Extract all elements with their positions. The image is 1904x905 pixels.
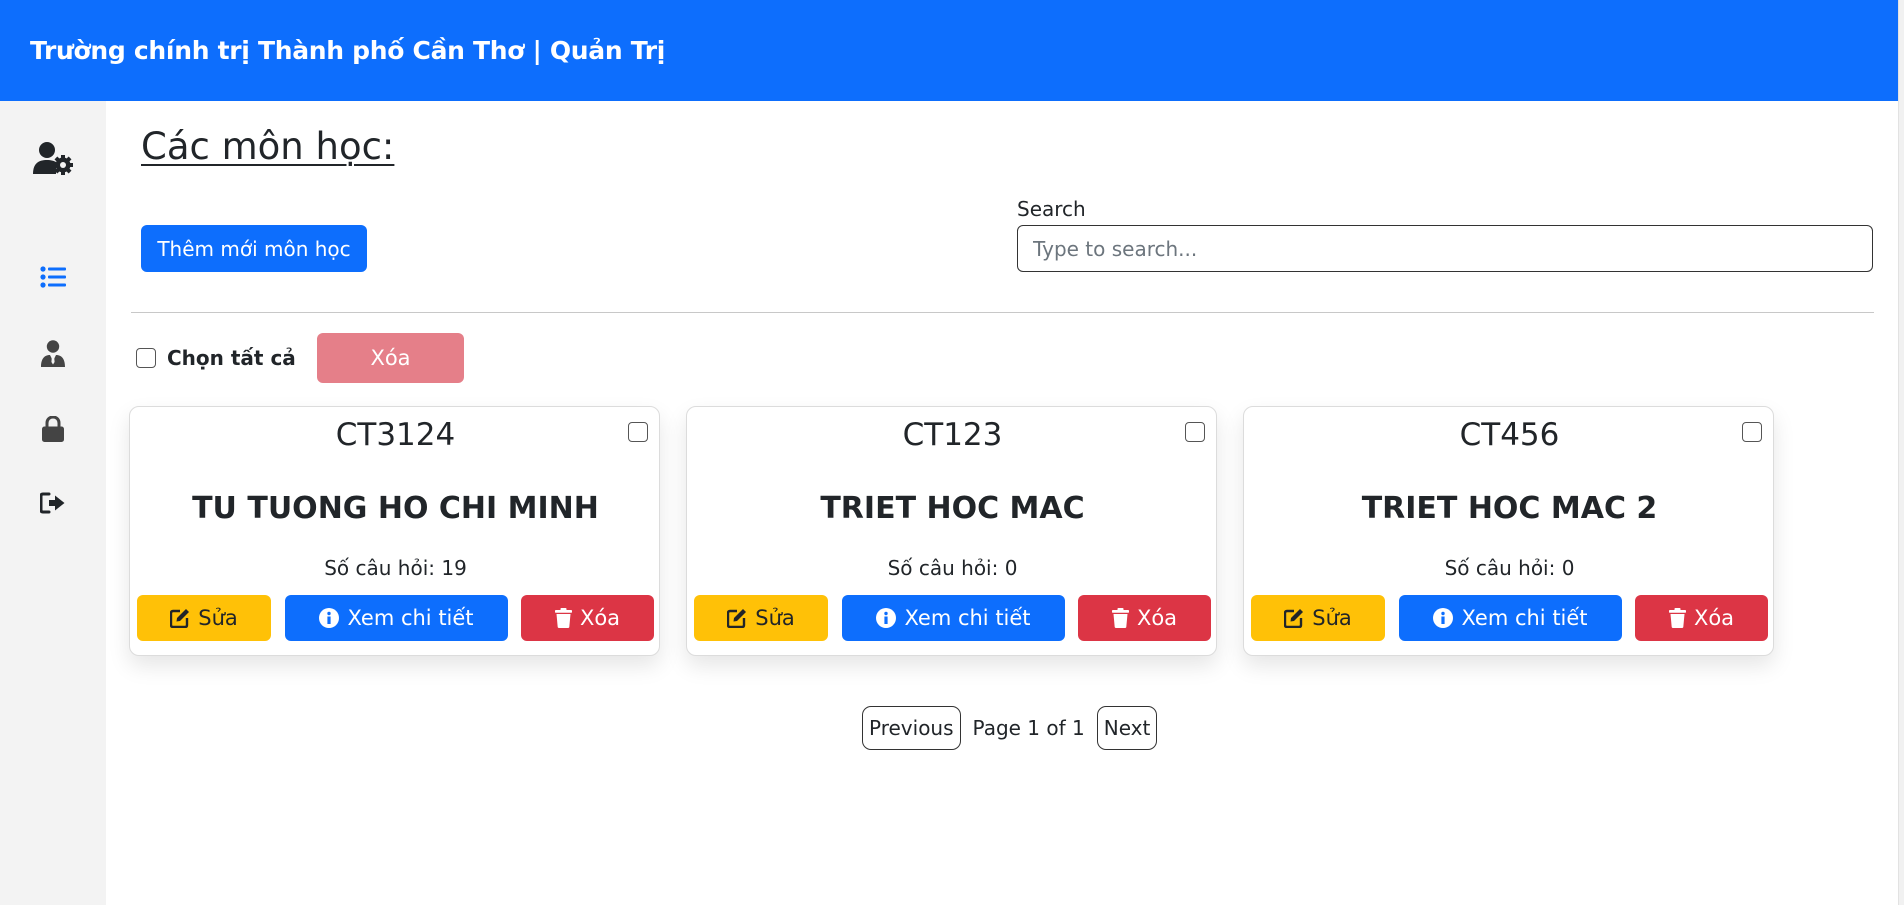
subject-name: TRIET HOC MAC <box>820 491 1085 526</box>
sidebar-item-admin[interactable] <box>0 141 106 175</box>
user-tie-icon <box>41 340 65 367</box>
view-details-label: Xem chi tiết <box>904 606 1031 630</box>
subject-card: CT123 TRIET HOC MAC Số câu hỏi: 0 Sửa Xe… <box>686 406 1217 656</box>
edit-label: Sửa <box>755 606 795 630</box>
view-details-label: Xem chi tiết <box>1461 606 1588 630</box>
subject-card: CT456 TRIET HOC MAC 2 Số câu hỏi: 0 Sửa … <box>1243 406 1774 656</box>
subject-code: CT456 <box>1459 417 1560 453</box>
lock-icon <box>42 416 64 442</box>
search-label: Search <box>1017 197 1086 221</box>
sign-out-icon <box>40 492 65 514</box>
edit-label: Sửa <box>1312 606 1352 630</box>
delete-selected-button[interactable]: Xóa <box>317 333 464 383</box>
top-navbar: Trường chính trị Thành phố Cần Thơ | Quả… <box>0 0 1898 101</box>
question-count: Số câu hỏi: 0 <box>887 556 1018 580</box>
sidebar-item-users[interactable] <box>0 340 106 367</box>
user-gear-icon <box>33 142 73 175</box>
subject-checkbox[interactable] <box>628 422 648 442</box>
view-details-button[interactable]: Xem chi tiết <box>1399 595 1622 641</box>
edit-icon <box>727 609 747 628</box>
previous-page-button[interactable]: Previous <box>862 706 961 750</box>
delete-label: Xóa <box>1693 606 1735 630</box>
delete-label: Xóa <box>579 606 621 630</box>
edit-label: Sửa <box>198 606 238 630</box>
list-icon <box>40 266 66 288</box>
delete-button[interactable]: Xóa <box>521 595 654 641</box>
card-actions: Sửa Xem chi tiết Xóa <box>137 595 654 641</box>
divider <box>131 312 1874 313</box>
view-details-label: Xem chi tiết <box>347 606 474 630</box>
trash-icon <box>554 608 572 628</box>
search-input[interactable] <box>1017 225 1873 272</box>
edit-button[interactable]: Sửa <box>694 595 828 641</box>
delete-button[interactable]: Xóa <box>1078 595 1211 641</box>
card-actions: Sửa Xem chi tiết Xóa <box>1251 595 1768 641</box>
view-details-button[interactable]: Xem chi tiết <box>285 595 508 641</box>
subject-checkbox[interactable] <box>1742 422 1762 442</box>
subject-name: TU TUONG HO CHI MINH <box>192 491 599 526</box>
sidebar-item-logout[interactable] <box>0 492 106 514</box>
app-title[interactable]: Trường chính trị Thành phố Cần Thơ | Quả… <box>30 36 665 65</box>
trash-icon <box>1111 608 1129 628</box>
info-circle-icon <box>319 608 340 628</box>
delete-button[interactable]: Xóa <box>1635 595 1768 641</box>
edit-button[interactable]: Sửa <box>137 595 271 641</box>
edit-icon <box>170 609 190 628</box>
subject-code: CT3124 <box>335 417 456 453</box>
card-actions: Sửa Xem chi tiết Xóa <box>694 595 1211 641</box>
info-circle-icon <box>876 608 897 628</box>
sidebar-item-subjects[interactable] <box>0 266 106 288</box>
sidebar <box>0 101 106 905</box>
page-title: Các môn học: <box>141 125 395 168</box>
page-info: Page 1 of 1 <box>972 716 1085 740</box>
question-count: Số câu hỏi: 19 <box>324 556 467 580</box>
subject-code: CT123 <box>902 417 1003 453</box>
edit-icon <box>1284 609 1304 628</box>
subject-card: CT3124 TU TUONG HO CHI MINH Số câu hỏi: … <box>129 406 660 656</box>
main-content: Các môn học: Thêm mới môn học Search Chọ… <box>106 101 1898 905</box>
info-circle-icon <box>1433 608 1454 628</box>
trash-icon <box>1668 608 1686 628</box>
question-count: Số câu hỏi: 0 <box>1444 556 1575 580</box>
subject-name: TRIET HOC MAC 2 <box>1361 491 1658 526</box>
select-all-checkbox[interactable] <box>136 348 156 368</box>
scrollbar[interactable] <box>1898 0 1904 905</box>
delete-label: Xóa <box>1136 606 1178 630</box>
next-page-button[interactable]: Next <box>1096 706 1158 750</box>
add-subject-button[interactable]: Thêm mới môn học <box>141 225 367 272</box>
view-details-button[interactable]: Xem chi tiết <box>842 595 1065 641</box>
select-all: Chọn tất cả <box>136 346 296 370</box>
edit-button[interactable]: Sửa <box>1251 595 1385 641</box>
select-all-label[interactable]: Chọn tất cả <box>167 346 296 370</box>
pagination: Previous Page 1 of 1 Next <box>862 706 1158 750</box>
subject-checkbox[interactable] <box>1185 422 1205 442</box>
sidebar-item-password[interactable] <box>0 416 106 442</box>
